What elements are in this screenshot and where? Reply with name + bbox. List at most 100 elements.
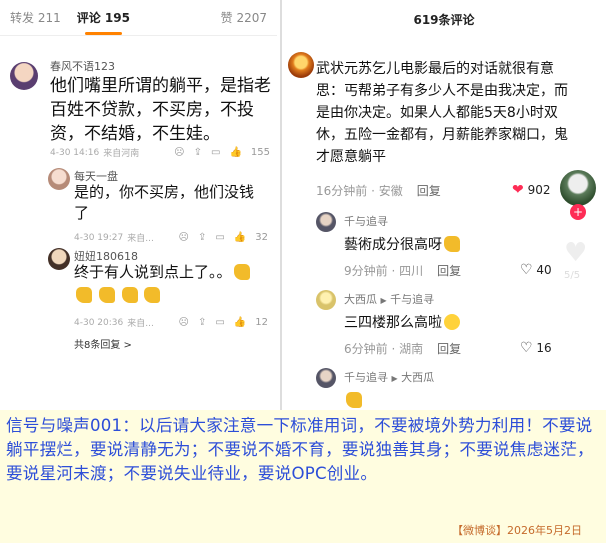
- avatar[interactable]: [288, 52, 314, 78]
- comment-line: 思：丐帮弟子有多少人不是由我决定，而: [316, 83, 568, 99]
- share-icon[interactable]: ⇪: [198, 317, 206, 328]
- like-control[interactable]: ♡ 16: [520, 340, 552, 356]
- comment-time: 16分钟前: [316, 184, 368, 198]
- heart-outline-icon: ♡: [520, 262, 533, 278]
- comment-text: 他们嘴里所谓的躺平，是指老 百姓不贷款，不买房，不投 资，不结婚，不生娃。: [50, 74, 275, 146]
- reply-author[interactable]: 千与追寻: [344, 371, 388, 384]
- caption-banner: 信号与噪声001：以后请大家注意一下标准用词，不要被境外势力利用！不要说躺平摆烂…: [0, 410, 606, 543]
- reply-author[interactable]: 大西瓜: [344, 293, 377, 306]
- thumbs-up-emoji-icon: [233, 264, 250, 280]
- like-count: 902: [527, 183, 551, 197]
- comment-author[interactable]: 春风不语123: [50, 58, 115, 74]
- tab-comments[interactable]: 评论 195: [77, 9, 130, 35]
- reply-meta: 6分钟前 · 湖南 回复: [344, 340, 462, 357]
- avatar[interactable]: [316, 212, 336, 232]
- reply-button[interactable]: 回复: [437, 262, 461, 279]
- grin-emoji-icon: [444, 314, 460, 330]
- thumbs-up-emoji-icon: [444, 236, 460, 252]
- reply-text: 是的，你不买房，他们没钱 了: [74, 182, 274, 224]
- reply-location: 四川: [399, 264, 424, 278]
- comment-time: 4-30 14:16: [50, 147, 100, 158]
- dislike-icon[interactable]: ☹: [174, 147, 184, 158]
- reply-location: 来自...: [127, 234, 154, 244]
- author-avatar[interactable]: [558, 168, 598, 208]
- weibo-comment-panel: 转发 211 评论 195 赞 2207 春风不语123 他们嘴里所谓的躺平，是…: [0, 0, 277, 410]
- comment-location: 来自河南: [103, 149, 140, 159]
- reply-text: 三四楼那么高啦: [344, 312, 460, 332]
- reply-text: 终于有人说到点上了。。: [74, 262, 274, 306]
- tab-likes[interactable]: 赞 2207: [221, 9, 267, 26]
- like-count: 12: [255, 317, 268, 328]
- comment-icon[interactable]: ▭: [215, 232, 224, 243]
- avatar[interactable]: [316, 290, 336, 310]
- comment-meta: 16分钟前 · 安徽 回复: [316, 182, 441, 199]
- follow-plus-icon[interactable]: +: [570, 204, 586, 220]
- heart-outline-icon: ♡: [520, 340, 533, 356]
- reply-time: 4-30 20:36: [74, 317, 124, 328]
- reply-author[interactable]: 千与追寻: [344, 213, 388, 229]
- dislike-icon[interactable]: ☹: [179, 317, 189, 328]
- comment-meta: 4-30 14:16 来自河南 ☹ ⇪ ▭ 👍 155: [50, 146, 270, 159]
- avatar[interactable]: [48, 248, 70, 270]
- like-icon[interactable]: 👍: [229, 147, 241, 158]
- reply-location: 来自...: [127, 319, 154, 329]
- source-credit: 【微博谈】2026年5月2日: [452, 524, 582, 537]
- reply-text: 藝術成分很高呀: [344, 234, 460, 254]
- reply-location: 湖南: [399, 342, 424, 356]
- comment-line: 他们嘴里所谓的躺平，是指老: [50, 76, 271, 96]
- thumbs-up-emoji-icon: [144, 287, 161, 303]
- thumbs-up-emoji-icon: [76, 287, 92, 303]
- comment-line: 才愿意躺平: [316, 149, 386, 165]
- reply-line: 是的，你不买房，他们没钱: [74, 183, 255, 201]
- comment-location: 安徽: [378, 184, 403, 198]
- comment-icon[interactable]: ▭: [211, 147, 220, 158]
- thumbs-up-emoji-icon: [121, 287, 138, 303]
- reply-meta: 4-30 19:27 来自... ☹ ⇪ ▭ 👍 32: [74, 231, 268, 244]
- comment-count-header: 619条评论: [413, 13, 475, 27]
- thumbs-up-emoji-icon: [346, 392, 362, 408]
- dislike-icon[interactable]: ☹: [179, 232, 189, 243]
- comment-icon[interactable]: ▭: [215, 317, 224, 328]
- share-icon[interactable]: ⇪: [198, 232, 206, 243]
- like-control[interactable]: ❤ 902: [512, 182, 550, 198]
- caption-text: 信号与噪声001：以后请大家注意一下标准用词，不要被境外势力利用！不要说躺平摆烂…: [6, 416, 594, 483]
- rail-count: 5/5: [564, 270, 581, 281]
- comment-line: 资，不结婚，不生娃。: [50, 124, 220, 144]
- comment-tabs: 转发 211 评论 195 赞 2207: [0, 0, 277, 36]
- like-count: 155: [250, 147, 270, 158]
- reply-line: 了: [74, 204, 90, 222]
- reply-time: 9分钟前: [344, 264, 388, 278]
- heart-filled-icon: ❤: [512, 182, 524, 198]
- play-arrow-icon: ▶: [380, 296, 387, 305]
- reply-time: 4-30 19:27: [74, 232, 124, 243]
- avatar[interactable]: [48, 168, 70, 190]
- reply-author-chain: 大西瓜 ▶ 千与追寻: [344, 291, 434, 307]
- comment-line: 休，五险一金都有，月薪能养家糊口，鬼: [316, 127, 568, 143]
- avatar[interactable]: [10, 62, 38, 90]
- reply-line: 终于有人说到点上了。。: [74, 262, 274, 283]
- more-replies-link[interactable]: 共8条回复 >: [74, 336, 132, 351]
- comment-line: 百姓不贷款，不买房，不投: [50, 100, 254, 120]
- tab-repost[interactable]: 转发 211: [10, 9, 61, 26]
- reply-to-author[interactable]: 大西瓜: [401, 371, 434, 384]
- comment-line: 是由你决定。如果人人都能5天8小时双: [316, 105, 558, 121]
- avatar[interactable]: [316, 368, 336, 388]
- like-icon[interactable]: 👍: [234, 317, 246, 328]
- reply-button[interactable]: 回复: [417, 182, 441, 199]
- like-count: 32: [255, 232, 268, 243]
- reply-meta: 9分钟前 · 四川 回复: [344, 262, 462, 279]
- reply-author-chain: 千与追寻 ▶ 大西瓜: [344, 369, 434, 385]
- reply-to-author[interactable]: 千与追寻: [390, 293, 434, 306]
- reply-time: 6分钟前: [344, 342, 388, 356]
- replies-box: 每天一盘 是的，你不买房，他们没钱 了 4-30 19:27 来自... ☹ ⇪…: [40, 164, 272, 354]
- share-icon[interactable]: ⇪: [194, 147, 202, 158]
- like-control[interactable]: ♡ 40: [520, 262, 552, 278]
- reply-meta: 4-30 20:36 来自... ☹ ⇪ ▭ 👍 12: [74, 316, 268, 329]
- comment-text: 武状元苏乞儿电影最后的对话就很有意 思：丐帮弟子有多少人不是由我决定，而 是由你…: [316, 58, 598, 168]
- heart-icon[interactable]: ♥: [564, 238, 587, 268]
- comment-line: 武状元苏乞儿电影最后的对话就很有意: [316, 61, 554, 77]
- reply-button[interactable]: 回复: [437, 340, 461, 357]
- like-icon[interactable]: 👍: [234, 232, 246, 243]
- play-arrow-icon: ▶: [391, 374, 398, 383]
- main-comment: 春风不语123 他们嘴里所谓的躺平，是指老 百姓不贷款，不买房，不投 资，不结婚…: [10, 58, 271, 168]
